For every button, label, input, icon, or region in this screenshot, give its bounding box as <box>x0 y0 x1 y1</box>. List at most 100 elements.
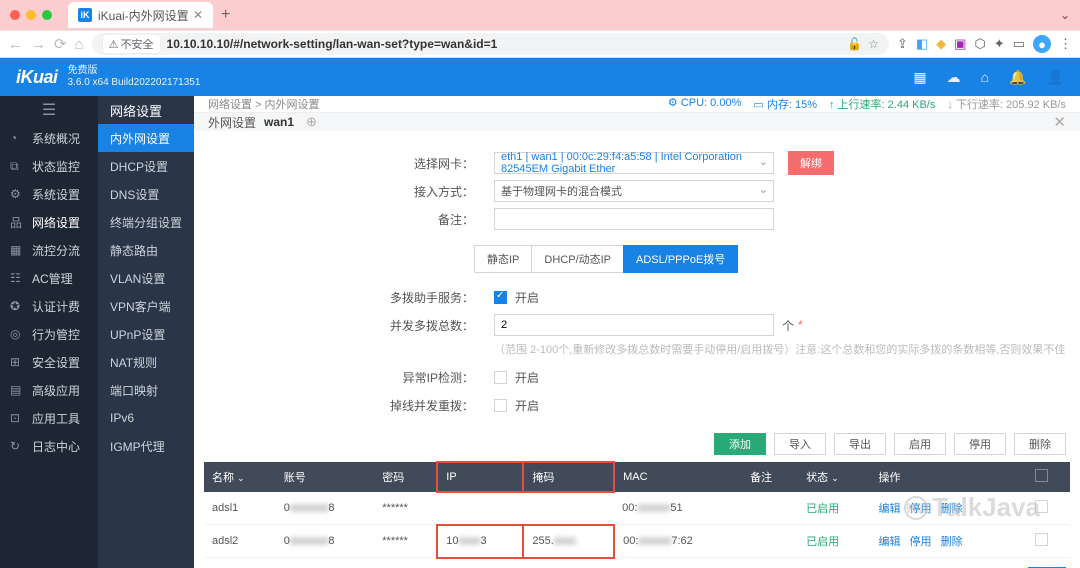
action-button[interactable]: 添加 <box>714 433 766 455</box>
share-icon[interactable]: ⇪ <box>897 36 908 52</box>
nav2-item[interactable]: VPN客户端 <box>98 292 194 320</box>
nav2-item[interactable]: DHCP设置 <box>98 152 194 180</box>
add-wan-icon[interactable]: ⊕ <box>306 114 317 130</box>
url-field[interactable]: ⚠ 不安全 10.10.10.10/#/network-setting/lan-… <box>92 33 889 55</box>
op-stop[interactable]: 停用 <box>910 503 932 515</box>
nav1-item[interactable]: 品网络设置 <box>0 208 98 236</box>
op-delete[interactable]: 删除 <box>941 503 963 515</box>
nav-icon: ☷ <box>10 271 24 285</box>
home-icon[interactable]: ⌂ <box>981 69 989 86</box>
action-button[interactable]: 启用 <box>894 433 946 455</box>
user-icon[interactable]: 👤 <box>1047 69 1064 86</box>
unbind-button[interactable]: 解绑 <box>788 151 834 175</box>
cell-mask <box>523 492 614 525</box>
tab-title: iKuai-内外网设置 <box>98 7 189 24</box>
primary-nav: ☰ ◔系统概况⧉状态监控⚙系统设置品网络设置▦流控分流 ☷ AC管理 ✪认证计费◎行为… <box>0 96 98 568</box>
access-select[interactable]: 基于物理网卡的混合模式 <box>494 180 774 202</box>
home-icon[interactable]: ⌂ <box>75 36 84 53</box>
nav-label: 高级应用 <box>32 382 80 399</box>
nav1-item[interactable]: ⧉状态监控 <box>0 152 98 180</box>
forward-icon[interactable]: → <box>31 36 46 53</box>
tabs-overflow-icon[interactable]: ⌄ <box>1060 8 1070 22</box>
nav1-item[interactable]: ☷ AC管理 <box>0 264 98 292</box>
abnormal-ip-checkbox[interactable] <box>494 371 507 384</box>
table-header: MAC <box>614 462 742 492</box>
cell-status: 已启用 <box>798 492 870 525</box>
lock-icon[interactable]: 🔓 <box>847 37 862 51</box>
nav-label: AC管理 <box>32 270 73 287</box>
cell-mac: 00:xxxxxx51 <box>614 492 742 525</box>
tab-static-ip[interactable]: 静态IP <box>474 245 531 273</box>
nav2-item[interactable]: UPnP设置 <box>98 320 194 348</box>
up-stat: ↑ 上行速率: 2.44 KB/s <box>829 96 935 112</box>
action-button[interactable]: 导入 <box>774 433 826 455</box>
multi-dial-checkbox[interactable] <box>494 291 507 304</box>
nav1-item[interactable]: ⚙系统设置 <box>0 180 98 208</box>
nav1-item[interactable]: ▦流控分流 <box>0 236 98 264</box>
nav2-item[interactable]: 端口映射 <box>98 376 194 404</box>
tab-dhcp[interactable]: DHCP/动态IP <box>531 245 623 273</box>
op-delete[interactable]: 删除 <box>941 536 963 548</box>
nic-select[interactable]: eth1 | wan1 | 00:0c:29:f4:a5:58 | Intel … <box>494 152 774 174</box>
nav-icon: ✪ <box>10 299 24 313</box>
reload-icon[interactable]: ⟳ <box>54 35 67 53</box>
nav-label: 应用工具 <box>32 410 80 427</box>
cloud-icon[interactable]: ☁ <box>947 69 961 86</box>
concurrent-input[interactable] <box>494 314 774 336</box>
nav2-item[interactable]: IPv6 <box>98 404 194 432</box>
nav1-item[interactable]: ◔系统概况 <box>0 124 98 152</box>
table-header: IP <box>437 462 523 492</box>
nav2-item[interactable]: VLAN设置 <box>98 264 194 292</box>
action-button[interactable]: 删除 <box>1014 433 1066 455</box>
new-tab-icon[interactable]: + <box>221 6 230 24</box>
select-all-checkbox[interactable] <box>1035 469 1048 482</box>
apps-icon[interactable]: ▦ <box>913 69 926 86</box>
row-checkbox[interactable] <box>1035 500 1048 513</box>
maximize-dot[interactable] <box>42 10 52 20</box>
ext-icon[interactable]: ⬡ <box>974 36 985 52</box>
action-button[interactable]: 导出 <box>834 433 886 455</box>
op-edit[interactable]: 编辑 <box>878 503 900 515</box>
nav2-item[interactable]: 静态路由 <box>98 236 194 264</box>
extensions-icon[interactable]: ✦ <box>994 36 1005 52</box>
drop-retry-checkbox[interactable] <box>494 399 507 412</box>
profile-avatar[interactable]: ● <box>1033 35 1051 53</box>
ext-icon[interactable]: ▣ <box>954 36 966 52</box>
nav2-item[interactable]: DNS设置 <box>98 180 194 208</box>
close-panel-icon[interactable]: ✕ <box>1053 113 1066 131</box>
close-dot[interactable] <box>10 10 20 20</box>
enable-text: 开启 <box>515 289 539 306</box>
nav1-item[interactable]: ✪认证计费 <box>0 292 98 320</box>
cell-account: 0xxxxxxx8 <box>276 492 375 525</box>
drop-retry-label: 掉线并发重拨： <box>194 397 494 414</box>
nav1-item[interactable]: ▤高级应用 <box>0 376 98 404</box>
bell-icon[interactable]: 🔔 <box>1009 69 1026 86</box>
op-stop[interactable]: 停用 <box>910 536 932 548</box>
op-edit[interactable]: 编辑 <box>878 536 900 548</box>
ext-icon[interactable]: ◆ <box>936 36 946 52</box>
nav2-item[interactable]: NAT规则 <box>98 348 194 376</box>
concurrent-unit: 个 <box>782 317 794 334</box>
nav2-item[interactable]: 终端分组设置 <box>98 208 194 236</box>
row-checkbox[interactable] <box>1035 533 1048 546</box>
nav2-item[interactable]: 内外网设置 <box>98 124 194 152</box>
minimize-dot[interactable] <box>26 10 36 20</box>
ext-icon[interactable]: ◧ <box>916 36 928 52</box>
browser-tab[interactable]: iK iKuai-内外网设置 ✕ <box>68 2 213 28</box>
insecure-badge[interactable]: ⚠ 不安全 <box>102 34 161 54</box>
tab-adsl[interactable]: ADSL/PPPoE拨号 <box>623 245 738 273</box>
dial-table: 名称 ⌄账号密码IP掩码MAC备注状态 ⌄操作 adsl1 0xxxxxxx8 … <box>204 461 1070 559</box>
nav1-item[interactable]: ⊞安全设置 <box>0 348 98 376</box>
nav1-item[interactable]: ↻日志中心 <box>0 432 98 460</box>
back-icon[interactable]: ← <box>8 36 23 53</box>
menu-icon[interactable]: ⋮ <box>1059 36 1072 52</box>
nav1-item[interactable]: ◎行为管控 <box>0 320 98 348</box>
tab-close-icon[interactable]: ✕ <box>193 8 203 22</box>
nav-collapse-icon[interactable]: ☰ <box>0 96 98 124</box>
action-button[interactable]: 停用 <box>954 433 1006 455</box>
nav1-item[interactable]: ⊡应用工具 <box>0 404 98 432</box>
panel-icon[interactable]: ▭ <box>1013 36 1025 52</box>
bookmark-icon[interactable]: ☆ <box>868 37 879 51</box>
nav2-item[interactable]: IGMP代理 <box>98 432 194 460</box>
remark-input[interactable] <box>494 208 774 230</box>
